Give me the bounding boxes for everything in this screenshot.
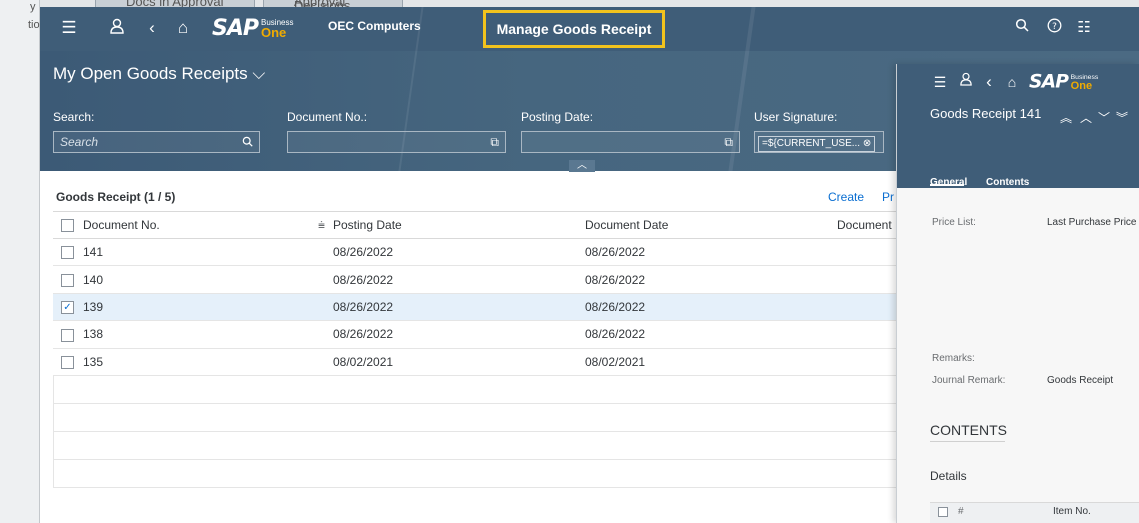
cell-document-no: 139 <box>83 293 333 322</box>
cell-posting-date: 08/26/2022 <box>333 320 585 349</box>
cell-document-date: 08/26/2022 <box>585 320 837 349</box>
column-header-document-no[interactable]: Document No. ⩧ <box>83 211 333 239</box>
chevron-down-icon: ⌵ <box>252 64 266 83</box>
detail-panel: ☰ ‹ ⌂ SAP Business One Goods Receipt 141 … <box>896 64 1139 523</box>
sap-logo: SAP Business One <box>212 15 294 41</box>
contents-table-header: # Item No. <box>930 502 1139 523</box>
table-row[interactable]: 135 08/02/2021 08/02/2021 <box>53 348 913 376</box>
cell-document-date: 08/26/2022 <box>585 265 837 294</box>
menu-icon[interactable]: ☰ <box>931 72 949 92</box>
cell-posting-date: 08/26/2022 <box>333 293 585 322</box>
first-item-icon[interactable]: ︽ <box>1059 108 1073 128</box>
search-label: Search: <box>53 110 95 124</box>
cell-document-no: 135 <box>83 348 333 376</box>
row-checkbox[interactable] <box>61 328 74 342</box>
tab-general[interactable]: General <box>930 177 967 188</box>
next-item-icon[interactable]: ﹀ <box>1097 108 1111 128</box>
app-title[interactable]: Manage Goods Receipt <box>483 10 665 48</box>
create-button[interactable]: Create <box>828 190 864 204</box>
column-header-item-no[interactable]: Item No. <box>1053 506 1091 517</box>
home-icon[interactable]: ⌂ <box>172 18 194 38</box>
select-all-checkbox[interactable] <box>53 211 83 239</box>
cell-document-no: 140 <box>83 265 333 294</box>
posting-date-field[interactable]: ⧉ <box>521 131 740 153</box>
cell-document-no: 138 <box>83 320 333 349</box>
row-checkbox[interactable]: ✓ <box>61 301 74 315</box>
price-list-value: Last Purchase Price <box>1047 217 1137 228</box>
sap-logo: SAP Business One <box>1029 70 1099 92</box>
row-checkbox[interactable] <box>61 273 74 287</box>
table-row[interactable]: 140 08/26/2022 08/26/2022 <box>53 265 913 294</box>
section-underline <box>930 441 1005 442</box>
goods-receipt-table: Document No. ⩧ Posting Date Document Date… <box>53 211 913 376</box>
collapse-header-button[interactable]: ︿ <box>569 160 595 172</box>
contents-section-header: CONTENTS <box>930 422 1007 438</box>
value-help-icon[interactable]: ⧉ <box>724 132 733 152</box>
row-checkbox[interactable] <box>61 246 74 260</box>
column-header-hash[interactable]: # <box>958 506 964 517</box>
bg-side-text: y <box>30 1 36 13</box>
table-title: Goods Receipt (1 / 5) <box>56 190 176 204</box>
column-header-posting-date[interactable]: Posting Date <box>333 211 585 239</box>
user-signature-label: User Signature: <box>754 110 838 124</box>
cell-document-date: 08/02/2021 <box>585 348 837 376</box>
back-icon[interactable]: ‹ <box>981 72 997 92</box>
home-icon[interactable]: ⌂ <box>1003 72 1021 92</box>
empty-row <box>53 432 913 460</box>
notifications-icon[interactable]: ☷ <box>1074 18 1094 38</box>
variant-selector[interactable]: My Open Goods Receipts ⌵ <box>53 64 265 84</box>
user-icon[interactable] <box>957 72 975 92</box>
empty-row <box>53 376 913 404</box>
search-input[interactable]: Search <box>53 131 260 153</box>
tab-selected-indicator <box>930 184 964 186</box>
journal-remark-value: Goods Receipt <box>1047 375 1114 386</box>
table-header-row: Document No. ⩧ Posting Date Document Date… <box>53 211 913 239</box>
document-no-label: Document No.: <box>287 110 368 124</box>
panel-header: ☰ ‹ ⌂ SAP Business One Goods Receipt 141 … <box>897 64 1139 188</box>
toolbar-button[interactable]: Pr <box>882 190 894 204</box>
help-icon[interactable]: ? <box>1044 18 1064 38</box>
tab-contents[interactable]: Contents <box>986 177 1029 188</box>
row-checkbox[interactable] <box>61 355 74 369</box>
background-sidebar: y tio <box>0 0 40 523</box>
svg-text:?: ? <box>1052 22 1057 32</box>
document-no-field[interactable]: ⧉ <box>287 131 506 153</box>
company-name[interactable]: OEC Computers <box>328 19 421 33</box>
journal-remark-label: Journal Remark: <box>932 375 1006 386</box>
search-icon[interactable] <box>1012 18 1032 38</box>
user-signature-field[interactable]: =${CURRENT_USE... ⊗ <box>754 131 884 153</box>
back-icon[interactable]: ‹ <box>142 18 162 38</box>
cell-document-no: 141 <box>83 238 333 267</box>
cell-document-date: 08/26/2022 <box>585 238 837 267</box>
previous-item-icon[interactable]: ︿ <box>1079 108 1093 128</box>
table-row[interactable]: ✓ 139 08/26/2022 08/26/2022 <box>53 293 913 322</box>
cell-posting-date: 08/26/2022 <box>333 265 585 294</box>
empty-row <box>53 404 913 432</box>
table-row[interactable]: 141 08/26/2022 08/26/2022 <box>53 238 913 267</box>
user-icon[interactable] <box>106 18 128 39</box>
column-header-document-date[interactable]: Document Date <box>585 211 837 239</box>
value-help-icon[interactable]: ⧉ <box>490 132 499 152</box>
remarks-label: Remarks: <box>932 353 975 364</box>
price-list-label: Price List: <box>932 217 976 228</box>
cell-posting-date: 08/02/2021 <box>333 348 585 376</box>
search-icon[interactable] <box>242 132 253 153</box>
cell-posting-date: 08/26/2022 <box>333 238 585 267</box>
posting-date-label: Posting Date: <box>521 110 594 124</box>
details-label: Details <box>930 469 967 483</box>
cell-document-date: 08/26/2022 <box>585 293 837 322</box>
last-item-icon[interactable]: ︾ <box>1115 108 1129 128</box>
filter-icon[interactable]: ⩧ <box>318 218 325 233</box>
bg-side-text: tio <box>28 19 40 31</box>
remove-token-icon[interactable]: ⊗ <box>863 138 871 149</box>
empty-row <box>53 460 913 488</box>
select-all-checkbox[interactable] <box>938 507 948 517</box>
panel-title: Goods Receipt 141 <box>930 106 1042 121</box>
menu-icon[interactable]: ☰ <box>58 18 80 38</box>
token[interactable]: =${CURRENT_USE... ⊗ <box>758 136 876 152</box>
table-row[interactable]: 138 08/26/2022 08/26/2022 <box>53 320 913 349</box>
